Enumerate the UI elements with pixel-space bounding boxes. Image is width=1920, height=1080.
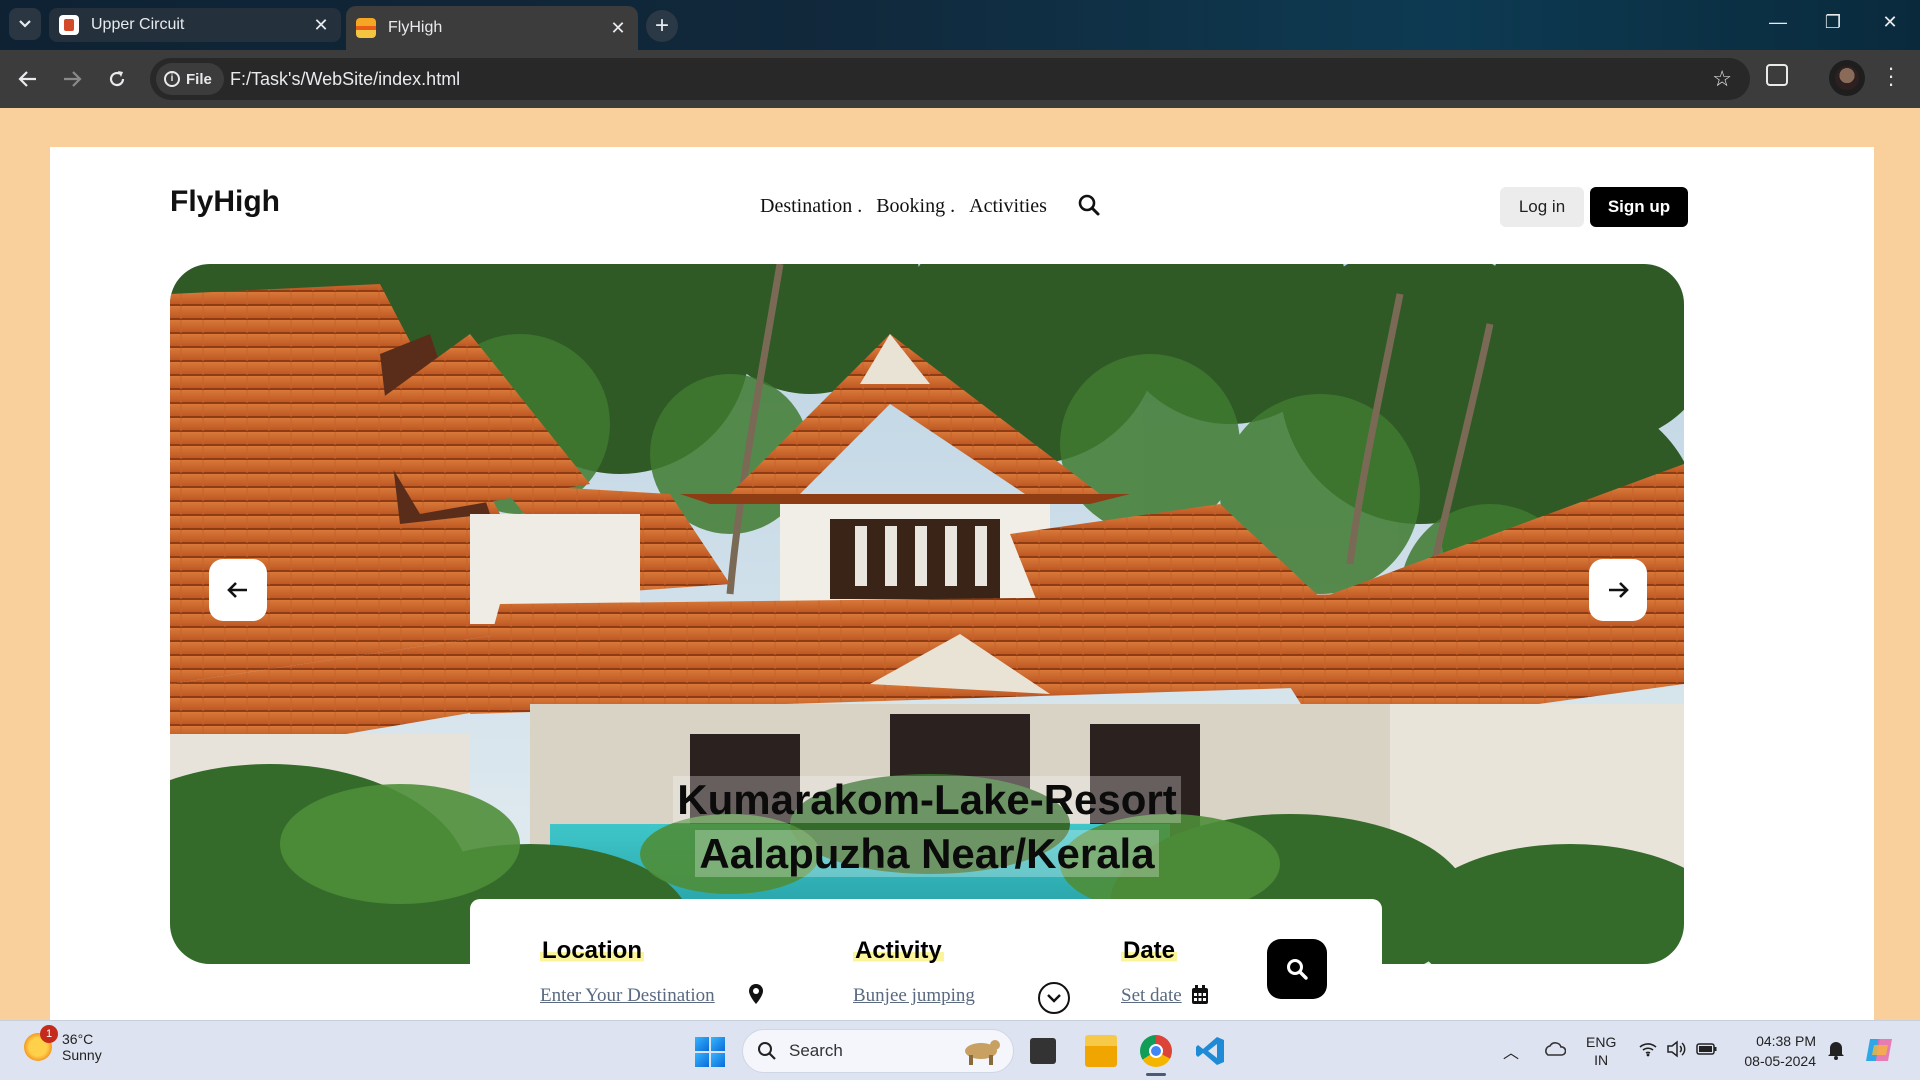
url-text[interactable]: F:/Task's/WebSite/index.html xyxy=(230,69,460,90)
weather-widget[interactable]: 1 36°C Sunny xyxy=(24,1025,102,1063)
login-button[interactable]: Log in xyxy=(1500,187,1584,227)
avatar-icon xyxy=(1835,66,1859,90)
clock-time: 04:38 PM xyxy=(1756,1033,1816,1049)
activity-label: Activity xyxy=(853,937,944,965)
search-icon xyxy=(1287,959,1308,980)
taskbar-search-label: Search xyxy=(789,1041,843,1060)
vscode-icon[interactable] xyxy=(1194,1035,1226,1067)
tab-upper-circuit[interactable]: Upper Circuit ✕ xyxy=(49,8,341,42)
close-window-icon[interactable]: ✕ xyxy=(1875,12,1905,33)
date-label: Date xyxy=(1121,937,1178,965)
upper-circuit-favicon-icon xyxy=(59,15,79,35)
site-logo[interactable]: FlyHigh xyxy=(170,185,280,219)
close-tab-icon[interactable]: ✕ xyxy=(608,18,628,39)
carousel-prev-button[interactable] xyxy=(209,559,267,621)
signup-button[interactable]: Sign up xyxy=(1590,187,1688,227)
search-highlight-icon xyxy=(965,1040,1000,1065)
sun-icon: 1 xyxy=(24,1025,58,1061)
search-icon xyxy=(758,1042,776,1060)
weather-temp: 36°C xyxy=(62,1031,94,1047)
booking-search-panel: Location Enter Your Destination Activity… xyxy=(470,899,1382,1020)
bookmark-star-icon[interactable]: ☆ xyxy=(1712,66,1732,92)
close-tab-icon[interactable]: ✕ xyxy=(311,15,331,36)
file-explorer-icon[interactable] xyxy=(1085,1035,1117,1067)
tab-title: FlyHigh xyxy=(388,19,443,36)
tab-flyhigh[interactable]: FlyHigh ✕ xyxy=(346,6,638,50)
flyhigh-favicon-icon xyxy=(356,18,376,38)
browser-tab-bar: Upper Circuit ✕ FlyHigh ✕ + — ❐ ✕ xyxy=(0,0,1920,50)
onedrive-icon[interactable] xyxy=(1542,1041,1567,1060)
hero-title-text: Kumarakom-Lake-Resort xyxy=(673,776,1181,823)
language-code: ENG xyxy=(1586,1034,1617,1050)
language-indicator[interactable]: ENG IN xyxy=(1586,1033,1616,1069)
chevron-down-icon xyxy=(19,20,31,28)
date-input[interactable]: Set date xyxy=(1121,985,1182,1007)
nav-activities[interactable]: Activities xyxy=(969,195,1047,218)
hero-title-line1: Kumarakom-Lake-Resort xyxy=(170,776,1684,824)
windows-start-icon[interactable] xyxy=(695,1037,725,1067)
battery-icon[interactable] xyxy=(1696,1041,1718,1060)
tray-overflow-icon[interactable]: ︿ xyxy=(1503,1039,1519,1063)
arrow-left-icon xyxy=(227,582,247,598)
location-label-text: Location xyxy=(540,937,644,964)
search-icon[interactable] xyxy=(1077,193,1101,217)
region-code: IN xyxy=(1594,1052,1609,1068)
arrow-right-icon xyxy=(1609,582,1629,598)
site-info-chip[interactable]: i File xyxy=(156,63,224,95)
main-nav: Destination . Booking . Activities xyxy=(760,195,1047,218)
search-submit-button[interactable] xyxy=(1267,939,1327,999)
nav-destination[interactable]: Destination . xyxy=(760,195,862,218)
location-label: Location xyxy=(540,937,644,965)
page-viewport: FlyHigh Destination . Booking . Activiti… xyxy=(0,108,1920,1020)
wifi-icon[interactable] xyxy=(1638,1041,1658,1060)
task-view-icon[interactable] xyxy=(1030,1038,1056,1064)
hero-subtitle-text: Aalapuzha Near/Kerala xyxy=(695,830,1159,877)
notification-bell-icon[interactable] xyxy=(1827,1040,1845,1063)
browser-toolbar: i File F:/Task's/WebSite/index.html ☆ · ·… xyxy=(0,50,1920,108)
minimize-icon[interactable]: — xyxy=(1763,12,1793,33)
hero-carousel: Kumarakom-Lake-Resort Aalapuzha Near/Ker… xyxy=(170,264,1684,964)
chip-label: File xyxy=(186,70,212,88)
chrome-icon[interactable] xyxy=(1140,1035,1172,1067)
info-icon: i xyxy=(164,71,180,87)
tab-title: Upper Circuit xyxy=(91,16,185,33)
reload-icon[interactable] xyxy=(103,65,131,93)
chevron-down-icon[interactable] xyxy=(1037,981,1071,1020)
back-icon[interactable] xyxy=(14,65,42,93)
clock[interactable]: 04:38 PM 08-05-2024 xyxy=(1738,1031,1816,1071)
hero-title-line2: Aalapuzha Near/Kerala xyxy=(170,830,1684,878)
site-container: FlyHigh Destination . Booking . Activiti… xyxy=(50,147,1874,1020)
restore-icon[interactable]: ❐ xyxy=(1818,12,1848,33)
taskbar-search[interactable]: Search xyxy=(742,1029,1014,1073)
windows-taskbar: 1 36°C Sunny Search ︿ ENG IN 04:38 PM 08… xyxy=(0,1020,1920,1080)
activity-select[interactable]: Bunjee jumping xyxy=(853,985,975,1007)
menu-dots-icon[interactable]: · · · xyxy=(1886,57,1896,95)
new-tab-button[interactable]: + xyxy=(646,10,678,42)
address-bar[interactable]: i File F:/Task's/WebSite/index.html ☆ xyxy=(150,58,1750,100)
clock-date: 08-05-2024 xyxy=(1744,1053,1816,1069)
chrome-active-indicator xyxy=(1146,1073,1166,1076)
date-label-text: Date xyxy=(1121,937,1178,964)
profile-avatar[interactable] xyxy=(1829,60,1865,96)
tab-search-button[interactable] xyxy=(9,8,41,40)
map-pin-icon xyxy=(748,983,764,1010)
activity-label-text: Activity xyxy=(853,937,944,964)
calendar-icon[interactable] xyxy=(1191,985,1209,1010)
extensions-icon[interactable] xyxy=(1766,64,1788,86)
weather-desc: Sunny xyxy=(62,1047,102,1063)
volume-icon[interactable] xyxy=(1666,1040,1686,1061)
forward-icon[interactable] xyxy=(58,65,86,93)
nav-booking[interactable]: Booking . xyxy=(876,195,955,218)
notification-badge: 1 xyxy=(40,1025,58,1043)
copilot-icon[interactable] xyxy=(1864,1035,1894,1068)
carousel-next-button[interactable] xyxy=(1589,559,1647,621)
location-input[interactable]: Enter Your Destination xyxy=(540,985,715,1007)
